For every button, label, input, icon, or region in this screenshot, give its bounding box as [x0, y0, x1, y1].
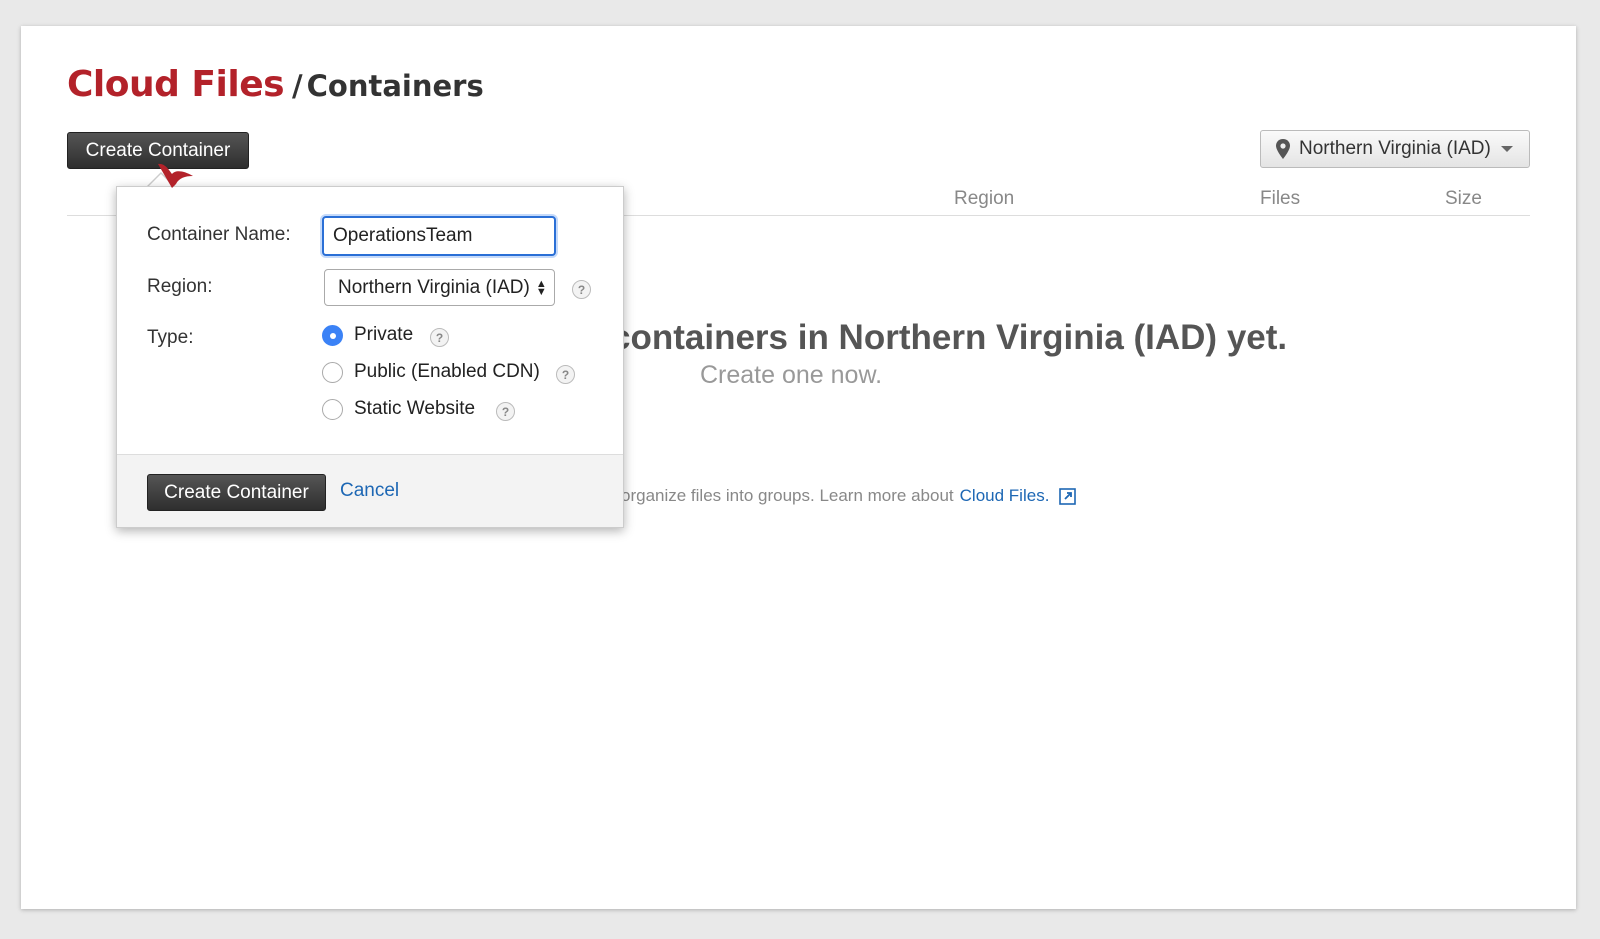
type-option-static-website[interactable]: Static Website — [322, 398, 475, 420]
type-option-private[interactable]: Private — [322, 324, 413, 346]
radio-private[interactable] — [322, 324, 343, 346]
learn-more-text: organize files into groups. Learn more a… — [621, 486, 1077, 506]
chevron-down-icon — [1500, 146, 1513, 152]
container-name-label: Container Name: — [147, 224, 291, 245]
radio-static-website[interactable] — [322, 398, 343, 420]
updown-arrows-icon: ▲ ▼ — [535, 277, 547, 298]
cursor-icon — [158, 163, 193, 188]
region-select[interactable]: Northern Virginia (IAD) ▲ ▼ — [324, 269, 555, 306]
container-name-input[interactable] — [322, 216, 556, 256]
popover-create-button[interactable]: Create Container — [147, 474, 326, 511]
location-pin-icon — [1276, 139, 1290, 159]
column-header-files[interactable]: Files — [1260, 188, 1300, 210]
cancel-link[interactable]: Cancel — [340, 480, 399, 502]
empty-state-subtitle[interactable]: Create one now. — [700, 361, 882, 390]
external-link-icon[interactable] — [1059, 487, 1077, 505]
region-filter-dropdown[interactable]: Northern Virginia (IAD) — [1260, 130, 1530, 168]
column-header-region[interactable]: Region — [954, 188, 1014, 210]
radio-public-cdn[interactable] — [322, 361, 343, 383]
region-help-icon[interactable]: ? — [572, 280, 591, 299]
cloud-files-link[interactable]: Cloud Files. — [960, 486, 1050, 506]
empty-state-title: containers in Northern Virginia (IAD) ye… — [611, 318, 1288, 357]
popover-footer: Create Container Cancel — [117, 454, 623, 527]
static-website-help-icon[interactable]: ? — [496, 402, 515, 421]
brand-title[interactable]: Cloud Files — [67, 64, 285, 105]
create-container-popover: Container Name: Region: Northern Virgini… — [116, 186, 624, 528]
region-filter-label: Northern Virginia (IAD) — [1299, 138, 1491, 159]
private-help-icon[interactable]: ? — [430, 328, 449, 347]
type-option-label: Private — [354, 324, 414, 345]
page-title: Cloud Files / Containers — [67, 64, 484, 105]
title-separator: / — [292, 69, 303, 103]
region-select-value: Northern Virginia (IAD) — [338, 276, 530, 298]
section-title: Containers — [306, 69, 484, 103]
learn-more-label: organize files into groups. Learn more a… — [621, 486, 954, 505]
main-card: Cloud Files / Containers Create Container … — [21, 26, 1576, 909]
region-label: Region: — [147, 276, 213, 297]
type-option-label: Public (Enabled CDN) — [354, 361, 540, 382]
column-header-size[interactable]: Size — [1445, 188, 1482, 210]
type-label: Type: — [147, 327, 194, 348]
public-cdn-help-icon[interactable]: ? — [556, 365, 575, 384]
type-option-label: Static Website — [354, 398, 476, 419]
type-option-public-cdn[interactable]: Public (Enabled CDN) — [322, 361, 540, 383]
